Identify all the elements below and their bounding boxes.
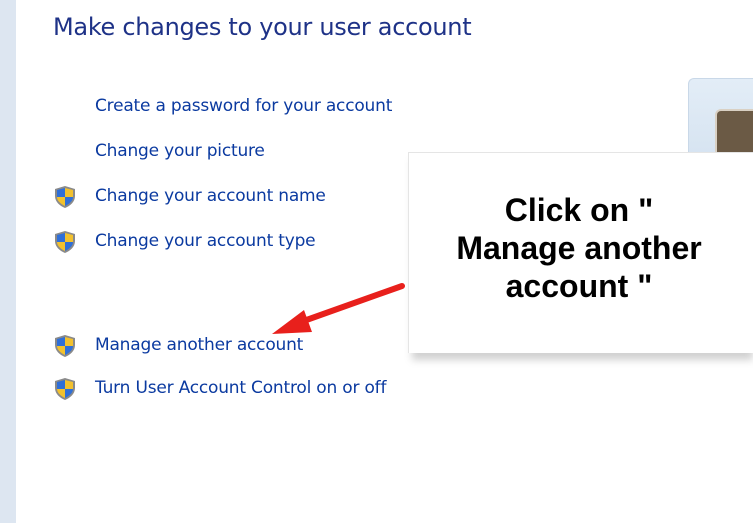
change-account-name-link[interactable]: Change your account name [95, 186, 326, 206]
uac-shield-icon [55, 186, 75, 208]
page-title: Make changes to your user account [53, 13, 472, 41]
uac-shield-icon [55, 231, 75, 253]
callout-text: Click on " Manage another account " [456, 192, 702, 304]
uac-shield-icon [55, 335, 75, 357]
change-account-type-link[interactable]: Change your account type [95, 231, 316, 251]
uac-settings-link[interactable]: Turn User Account Control on or off [95, 378, 386, 398]
create-password-link[interactable]: Create a password for your account [95, 96, 392, 116]
annotation-callout: Click on " Manage another account " [408, 152, 753, 353]
manage-another-account-link[interactable]: Manage another account [95, 335, 303, 355]
uac-shield-icon [55, 378, 75, 400]
change-picture-link[interactable]: Change your picture [95, 141, 265, 161]
